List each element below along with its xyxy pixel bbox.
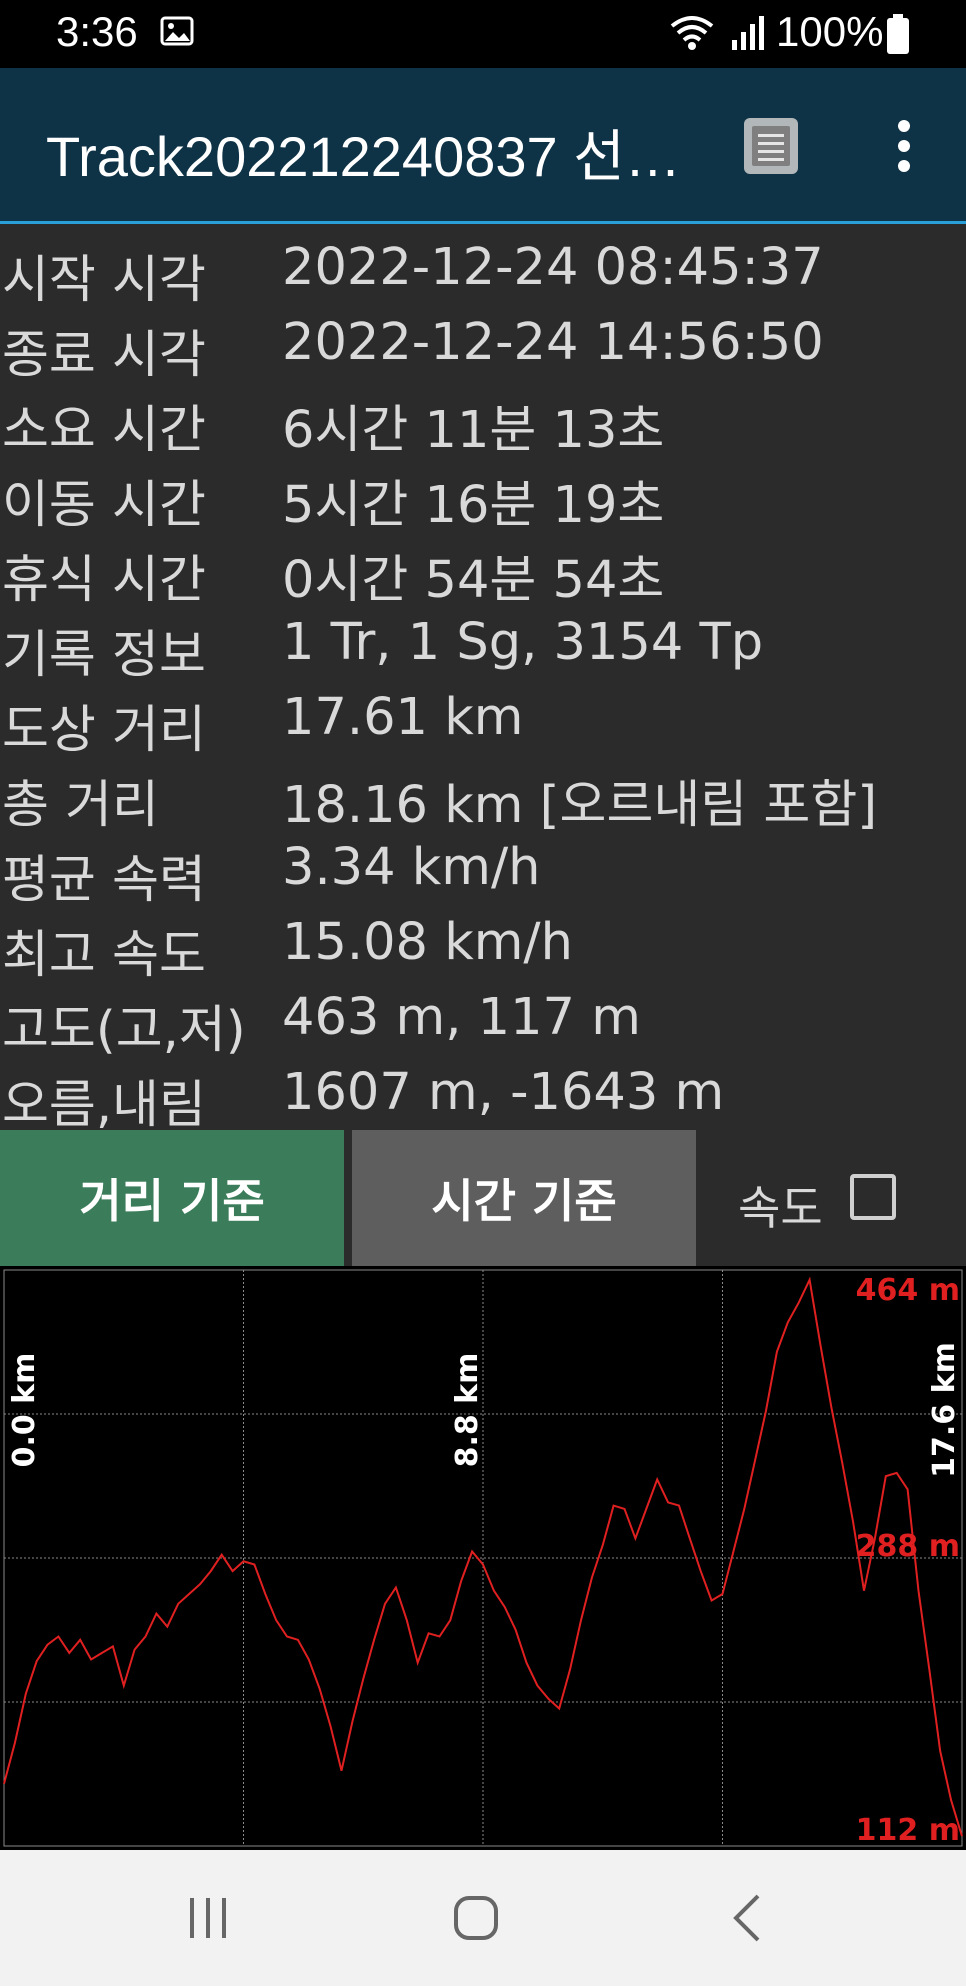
distance-mode-button[interactable]: 거리 기준 [0,1130,344,1266]
elevation-chart-svg: 0.0 km 8.8 km 17.6 km 464 m 288 m 112 m [3,1269,963,1848]
chart-labels: 0.0 km 8.8 km 17.6 km 464 m 288 m 112 m [7,1273,962,1848]
stat-label: 오름,내림 [2,1076,206,1135]
stat-value: 463 m, 117 m [282,988,641,1047]
stat-elapsed-time: 소요 시간 6시간 11분 13초 [0,382,966,460]
time-mode-button[interactable]: 시간 기준 [352,1130,696,1266]
chart-mode-bar: 거리 기준 시간 기준 속도 [0,1130,966,1266]
stat-value: 2022-12-24 14:56:50 [282,313,824,372]
stat-max-speed: 최고 속도 15.08 km/h [0,907,966,985]
stat-ascent-descent: 오름,내림 1607 m, -1643 m [0,1057,966,1135]
stat-value: 15.08 km/h [282,913,573,972]
stat-record-info: 기록 정보 1 Tr, 1 Sg, 3154 Tp [0,607,966,685]
stat-value: 17.61 km [282,688,524,747]
speed-checkbox[interactable] [850,1174,896,1220]
more-vert-icon[interactable] [884,116,924,176]
x-tick-label: 17.6 km [927,1342,962,1478]
battery-percent: 100% [776,8,884,55]
elevation-chart: 0.0 km 8.8 km 17.6 km 464 m 288 m 112 m [0,1266,966,1850]
signal-icon [732,16,764,50]
stat-label: 최고 속도 [2,926,206,985]
stat-value: 1 Tr, 1 Sg, 3154 Tp [282,613,764,672]
stat-label: 도상 거리 [2,701,206,760]
stat-value: 18.16 km [오르내림 포함] [282,776,878,835]
stat-value: 5시간 16분 19초 [282,476,665,535]
system-nav-bar [0,1850,966,1986]
stat-map-distance: 도상 거리 17.61 km [0,682,966,760]
stat-value: 1607 m, -1643 m [282,1063,725,1122]
y-tick-label: 112 m [856,1813,960,1848]
stat-label: 총 거리 [2,776,159,835]
gallery-icon [160,16,194,46]
stat-moving-time: 이동 시간 5시간 16분 19초 [0,457,966,535]
stat-label: 고도(고,저) [2,1001,246,1060]
stat-value: 6시간 11분 13초 [282,401,665,460]
track-title: Track202212240837 선… [46,125,681,188]
stat-label: 평균 속력 [2,851,206,910]
stat-average-speed: 평균 속력 3.34 km/h [0,832,966,910]
stat-label: 기록 정보 [2,626,206,685]
status-time: 3:36 [56,8,138,55]
stat-rest-time: 휴식 시간 0시간 54분 54초 [0,532,966,610]
status-bar: 3:36 100% [0,0,966,68]
battery-icon [887,14,909,54]
stat-value: 0시간 54분 54초 [282,551,665,610]
stat-label: 이동 시간 [2,476,206,535]
home-icon[interactable] [452,1894,500,1942]
app-bar: Track202212240837 선… [0,68,966,224]
stat-label: 종료 시각 [2,326,206,385]
back-icon[interactable] [732,1892,762,1944]
y-tick-label: 464 m [856,1273,960,1308]
x-tick-label: 0.0 km [7,1353,42,1468]
stat-total-distance: 총 거리 18.16 km [오르내림 포함] [0,757,966,835]
recent-apps-icon[interactable] [186,1896,230,1940]
track-stats: 시작 시각 2022-12-24 08:45:37 종료 시각 2022-12-… [0,232,966,1135]
x-tick-label: 8.8 km [450,1353,485,1468]
stat-end-time: 종료 시각 2022-12-24 14:56:50 [0,307,966,385]
stat-label: 휴식 시간 [2,551,206,610]
stat-value: 3.34 km/h [282,838,541,897]
speed-label: 속도 [738,1181,823,1235]
stat-label: 시작 시각 [2,251,206,310]
y-tick-label: 288 m [856,1529,960,1564]
wifi-icon [670,16,714,50]
stat-value: 2022-12-24 08:45:37 [282,238,824,297]
stat-label: 소요 시간 [2,401,206,460]
stat-altitude: 고도(고,저) 463 m, 117 m [0,982,966,1060]
list-icon[interactable] [738,112,804,180]
stat-start-time: 시작 시각 2022-12-24 08:45:37 [0,232,966,310]
